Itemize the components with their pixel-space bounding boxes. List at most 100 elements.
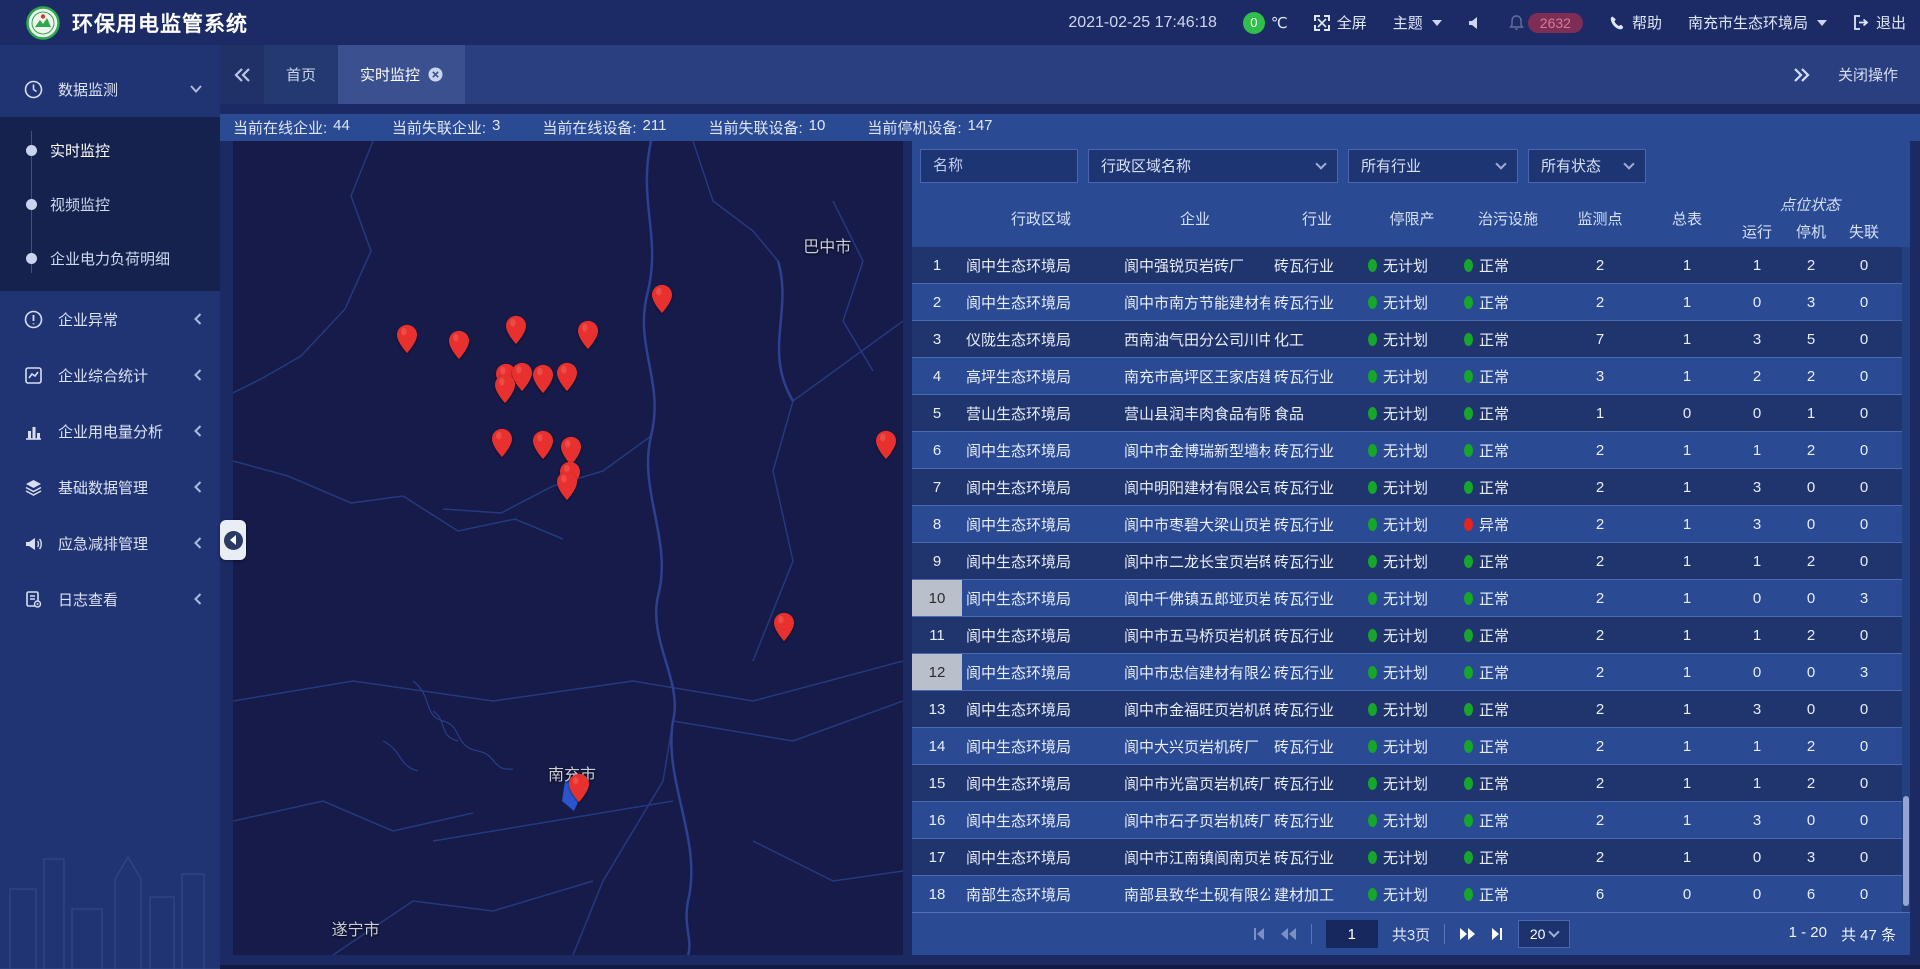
table-row[interactable]: 11阆中生态环境局阆中市五马桥页岩机砖砖瓦行业无计划正常21120	[912, 617, 1910, 654]
footer-strip	[220, 955, 1920, 969]
fullscreen-button[interactable]: 全屏	[1314, 12, 1367, 33]
theme-dropdown[interactable]: 主题	[1393, 12, 1442, 33]
tab-realtime-monitoring[interactable]: 实时监控	[338, 45, 465, 104]
map-pin-icon[interactable]	[494, 374, 516, 408]
city-label: 巴中市	[803, 233, 851, 257]
double-chevron-right-icon[interactable]	[1794, 68, 1810, 82]
run-cell: 1	[1730, 738, 1784, 755]
close-operations-button[interactable]: 关闭操作	[1838, 64, 1898, 85]
table-row[interactable]: 3仪陇生态环境局西南油气田分公司川中化工无计划正常71350	[912, 321, 1910, 358]
stat-label: 当前在线设备:	[542, 117, 636, 138]
table-row[interactable]: 14阆中生态环境局阆中大兴页岩机砖厂砖瓦行业无计划正常21120	[912, 728, 1910, 765]
map-collapse-handle[interactable]	[220, 520, 246, 560]
limit-status-cell: 无计划	[1364, 514, 1460, 535]
table-row[interactable]: 10阆中生态环境局阆中千佛镇五郎垭页岩砖瓦行业无计划正常21003	[912, 580, 1910, 617]
sidebar-item-power-analysis[interactable]: 企业用电量分析	[0, 403, 220, 459]
sidebar-item-data-monitoring[interactable]: 数据监测	[0, 61, 220, 117]
help-button[interactable]: 帮助	[1609, 12, 1662, 33]
name-search-input[interactable]	[920, 149, 1078, 183]
map-pin-icon[interactable]	[532, 364, 554, 398]
table-scrollbar[interactable]	[1902, 247, 1910, 912]
table-row[interactable]: 6阆中生态环境局阆中市金博瑞新型墙材砖瓦行业无计划正常21120	[912, 432, 1910, 469]
col-index	[912, 190, 962, 247]
table-row[interactable]: 12阆中生态环境局阆中市忠信建材有限公砖瓦行业无计划正常21003	[912, 654, 1910, 691]
sidebar-item-base-data[interactable]: 基础数据管理	[0, 459, 220, 515]
facility-status-cell: 正常	[1460, 403, 1556, 424]
points-cell: 1	[1556, 405, 1644, 422]
industry-select[interactable]: 所有行业	[1348, 149, 1518, 183]
sidebar-item-emergency-reduction[interactable]: 应急减排管理	[0, 515, 220, 571]
organization-dropdown[interactable]: 南充市生态环境局	[1688, 12, 1827, 33]
region-cell: 营山生态环境局	[962, 403, 1120, 424]
table-row[interactable]: 4高坪生态环境局南充市高坪区王家店建砖瓦行业无计划正常31220	[912, 358, 1910, 395]
table-row[interactable]: 9阆中生态环境局阆中市二龙长宝页岩砖砖瓦行业无计划正常21120	[912, 543, 1910, 580]
submenu-item-label: 企业电力负荷明细	[50, 248, 170, 269]
points-cell: 2	[1556, 738, 1644, 755]
total-pages-label: 共3页	[1392, 924, 1430, 945]
points-cell: 2	[1556, 479, 1644, 496]
sidebar-item-log-view[interactable]: 日志查看	[0, 571, 220, 627]
table-row[interactable]: 17阆中生态环境局阆中市江南镇阆南页岩砖瓦行业无计划正常21030	[912, 839, 1910, 876]
notifications-button[interactable]: 2632	[1509, 13, 1583, 33]
table-row[interactable]: 1阆中生态环境局阆中强锐页岩砖厂砖瓦行业无计划正常21120	[912, 247, 1910, 284]
map-pin-icon[interactable]	[505, 315, 527, 349]
prev-page-button[interactable]	[1280, 927, 1297, 941]
tab-home[interactable]: 首页	[264, 45, 338, 104]
table-row[interactable]: 16阆中生态环境局阆中市石子页岩机砖厂砖瓦行业无计划正常21300	[912, 802, 1910, 839]
map-pin-icon[interactable]	[491, 428, 513, 462]
lost-cell: 0	[1838, 331, 1890, 348]
row-index-cell: 2	[912, 284, 962, 320]
stat-lost-enterprises: 当前失联企业: 3	[392, 117, 501, 138]
region-select[interactable]: 行政区域名称	[1088, 149, 1338, 183]
status-select[interactable]: 所有状态	[1528, 149, 1646, 183]
map-pin-icon[interactable]	[532, 430, 554, 464]
map-pin-icon[interactable]	[448, 330, 470, 364]
table-row[interactable]: 7阆中生态环境局阆中明阳建材有限公司砖瓦行业无计划正常21300	[912, 469, 1910, 506]
table-row[interactable]: 5营山生态环境局营山县润丰肉食品有限食品无计划正常10010	[912, 395, 1910, 432]
sidebar-item-enterprise-statistics[interactable]: 企业综合统计	[0, 347, 220, 403]
next-page-button[interactable]	[1459, 927, 1476, 941]
map-pin-icon[interactable]	[875, 430, 897, 464]
limit-status-cell: 无计划	[1364, 773, 1460, 794]
close-icon[interactable]	[428, 67, 443, 82]
logout-button[interactable]: 退出	[1853, 12, 1906, 33]
map-pin-icon[interactable]	[396, 324, 418, 358]
notification-count-badge: 2632	[1528, 13, 1583, 33]
scrollbar-thumb[interactable]	[1903, 796, 1909, 906]
row-index-cell: 4	[912, 358, 962, 394]
table-row[interactable]: 2阆中生态环境局阆中市南方节能建材有砖瓦行业无计划正常21030	[912, 284, 1910, 321]
temperature-unit: ℃	[1271, 14, 1288, 32]
map-pin-icon[interactable]	[556, 471, 578, 505]
table-row[interactable]: 18南部生态环境局南部县致华土砚有限公建材加工无计划正常60060	[912, 876, 1910, 912]
region-cell: 阆中生态环境局	[962, 662, 1120, 683]
sidebar-item-realtime-monitoring[interactable]: 实时监控	[0, 123, 220, 177]
sidebar-item-power-load-detail[interactable]: 企业电力负荷明细	[0, 231, 220, 285]
table-row[interactable]: 15阆中生态环境局阆中市光富页岩机砖厂砖瓦行业无计划正常21120	[912, 765, 1910, 802]
sidebar-item-enterprise-abnormal[interactable]: 企业异常	[0, 291, 220, 347]
map-pin-icon[interactable]	[568, 773, 590, 807]
sidebar-item-video-monitoring[interactable]: 视频监控	[0, 177, 220, 231]
map-pin-icon[interactable]	[651, 284, 673, 318]
mute-button[interactable]	[1468, 16, 1483, 30]
table-row[interactable]: 8阆中生态环境局阆中市枣碧大梁山页岩砖瓦行业无计划异常21300	[912, 506, 1910, 543]
table-row[interactable]: 13阆中生态环境局阆中市金福旺页岩机砖砖瓦行业无计划正常21300	[912, 691, 1910, 728]
first-page-button[interactable]	[1252, 927, 1266, 941]
region-cell: 阆中生态环境局	[962, 699, 1120, 720]
map-pin-icon[interactable]	[773, 612, 795, 646]
lost-cell: 0	[1838, 849, 1890, 866]
map-pin-icon[interactable]	[556, 362, 578, 396]
map-pin-icon[interactable]	[577, 320, 599, 354]
stop-cell: 0	[1784, 812, 1838, 829]
map[interactable]: 巴中市南充市遂宁市	[233, 141, 903, 955]
page-size-select[interactable]: 20	[1518, 920, 1570, 948]
last-page-button[interactable]	[1490, 927, 1504, 941]
company-cell: 阆中市南方节能建材有	[1120, 292, 1270, 313]
page-number-input[interactable]	[1326, 920, 1378, 948]
status-label: 无计划	[1383, 773, 1428, 794]
layers-icon	[24, 478, 44, 497]
tabs-scroll-left-button[interactable]	[220, 45, 264, 104]
row-index-cell: 8	[912, 506, 962, 542]
stat-online-enterprises: 当前在线企业: 44	[233, 117, 350, 138]
stat-stopped-devices: 当前停机设备: 147	[867, 117, 992, 138]
row-index-cell: 17	[912, 839, 962, 875]
